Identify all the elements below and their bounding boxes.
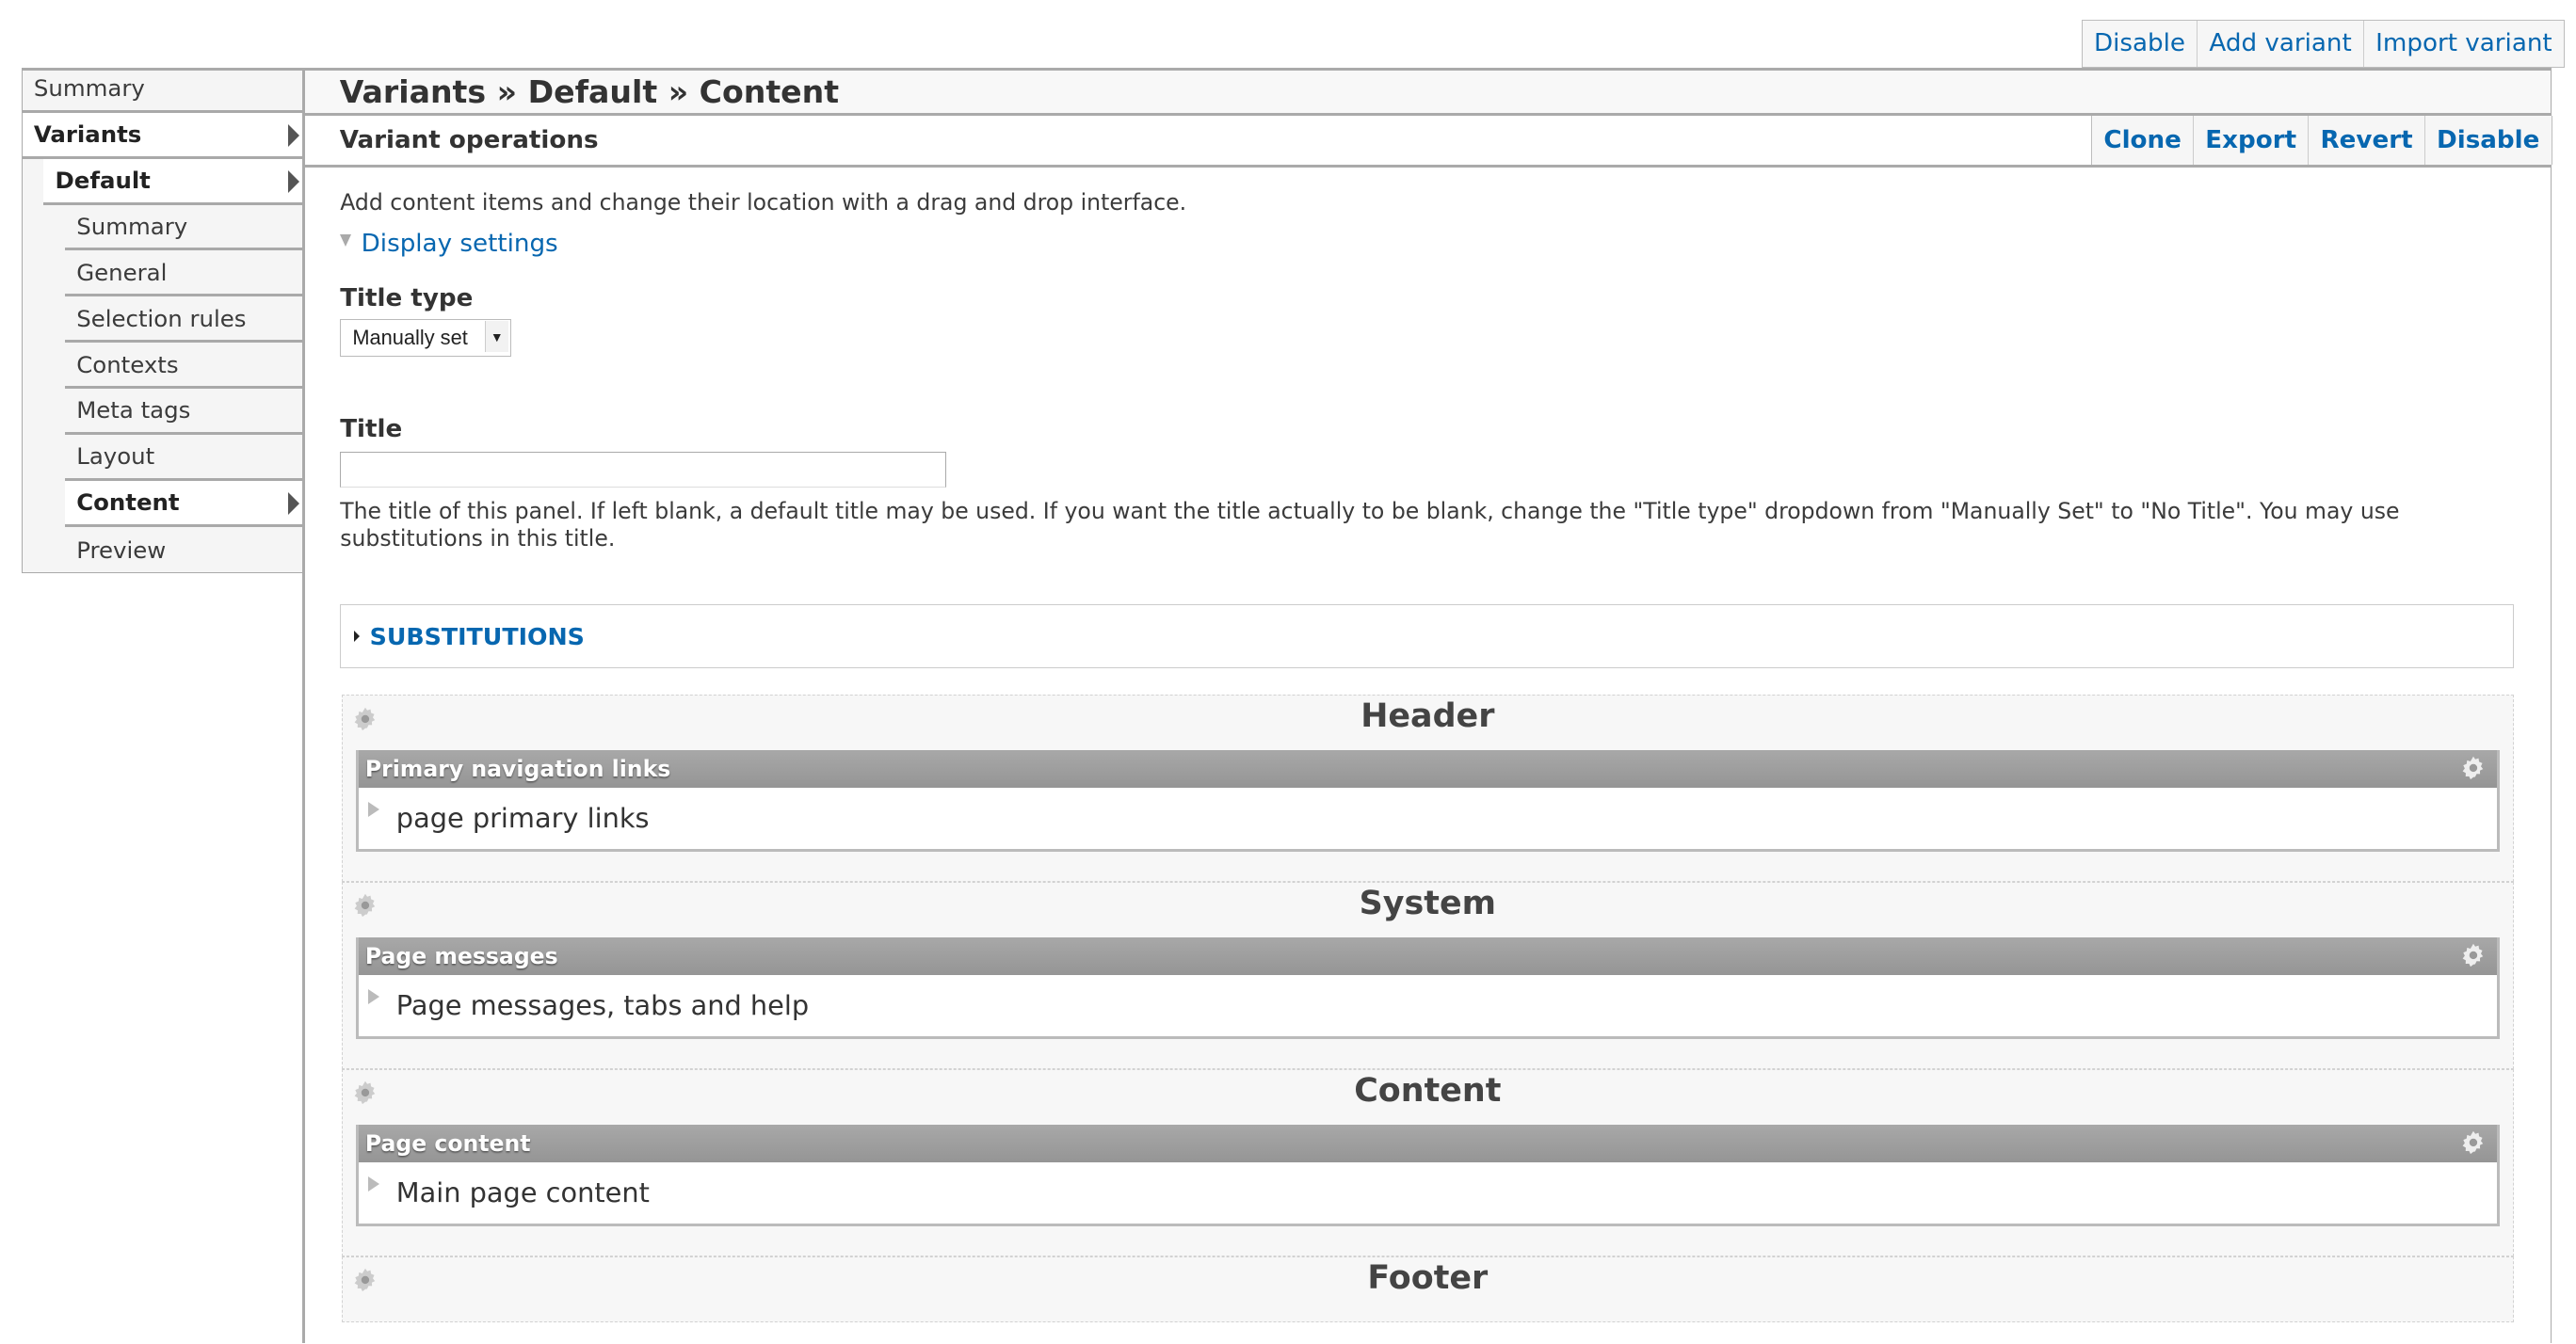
- page-title: Variants » Default » Content: [305, 70, 2551, 116]
- import-variant-button[interactable]: Import variant: [2362, 20, 2564, 67]
- sidebar-item-content[interactable]: Content: [65, 480, 303, 527]
- export-button[interactable]: Export: [2193, 115, 2308, 166]
- display-settings-label: Display settings: [361, 230, 558, 259]
- sidebar-item-preview[interactable]: Preview: [65, 527, 302, 573]
- title-type-select[interactable]: Manually set ▼: [340, 318, 511, 357]
- pane-header[interactable]: Primary navigation links: [358, 749, 2497, 788]
- sidebar-item-layout[interactable]: Layout: [65, 435, 303, 481]
- pane-header[interactable]: Page messages: [358, 936, 2497, 975]
- region-title: System: [1359, 884, 1496, 922]
- sidebar-item-default[interactable]: Default: [43, 158, 303, 205]
- sidebar-item-selection-rules[interactable]: Selection rules: [65, 296, 303, 344]
- region-footer: Footer: [341, 1256, 2514, 1322]
- substitutions-fieldset[interactable]: SUBSTITUTIONS: [340, 604, 2514, 669]
- pane-content: Page messages, tabs and help: [395, 988, 810, 1021]
- pane-gear-icon[interactable]: [2460, 942, 2487, 974]
- title-label: Title: [340, 415, 403, 444]
- substitutions-label: SUBSTITUTIONS: [369, 622, 585, 650]
- sidebar-item-variants[interactable]: Variants: [22, 112, 303, 159]
- revert-button[interactable]: Revert: [2308, 115, 2423, 166]
- region-gear-icon[interactable]: [352, 892, 378, 924]
- top-actions: Disable Add variant Import variant: [2081, 19, 2565, 68]
- title-input[interactable]: [340, 451, 947, 488]
- sidebar-item-general[interactable]: General: [65, 250, 303, 297]
- pane-content: page primary links: [395, 802, 650, 835]
- sidebar-item-label: Preview: [76, 536, 167, 564]
- arrow-right-icon: [287, 169, 299, 193]
- sidebar-item-label: Summary: [33, 74, 145, 103]
- sidebar-item-label: Default: [55, 167, 151, 195]
- region-gear-icon[interactable]: [352, 1080, 378, 1112]
- add-variant-button[interactable]: Add variant: [2197, 20, 2363, 67]
- sidebar-item-label: General: [76, 258, 168, 286]
- disable-variant-button[interactable]: Disable: [2423, 115, 2552, 166]
- sidebar-item-label: Variants: [33, 120, 142, 149]
- expand-triangle-icon[interactable]: [368, 989, 380, 1005]
- variant-operations: Clone Export Revert Disable: [2091, 115, 2552, 166]
- sidebar-item-label: Content: [76, 488, 180, 517]
- sidebar-item-meta-tags[interactable]: Meta tags: [65, 389, 303, 435]
- region-system: System Page messages Page messages, tabs a…: [341, 882, 2514, 1069]
- region-gear-icon[interactable]: [352, 706, 378, 738]
- arrow-right-icon: [287, 124, 299, 148]
- display-settings-toggle[interactable]: Display settings: [340, 230, 558, 258]
- pane-title: Primary navigation links: [364, 755, 671, 782]
- sidebar-item-label: Summary: [76, 213, 188, 241]
- sidebar-item-label: Selection rules: [76, 304, 247, 332]
- variant-operations-label: Variant operations: [339, 126, 599, 155]
- region-content: Content Page content Main page content: [341, 1068, 2514, 1256]
- title-help-text: The title of this panel. If left blank, …: [340, 497, 2400, 552]
- region-header: Header Primary navigation links page prima…: [341, 695, 2514, 882]
- pane[interactable]: Primary navigation links page primary lin…: [355, 749, 2500, 852]
- sidebar-item-contexts[interactable]: Contexts: [65, 343, 303, 390]
- sidebar: Summary Variants Default Summary General Sele…: [21, 67, 303, 573]
- sidebar-item-label: Contexts: [76, 350, 179, 378]
- pane-gear-icon[interactable]: [2460, 1129, 2487, 1161]
- expand-triangle-icon[interactable]: [368, 802, 380, 818]
- title-type-label: Title type: [340, 283, 474, 312]
- region-title: Header: [1360, 696, 1495, 735]
- region-title: Content: [1354, 1071, 1502, 1110]
- sidebar-item-label: Layout: [76, 442, 155, 471]
- title-type-value: Manually set: [352, 325, 468, 349]
- sidebar-item-summary[interactable]: Summary: [22, 67, 303, 113]
- pane[interactable]: Page messages Page messages, tabs and hel…: [355, 936, 2500, 1039]
- clone-button[interactable]: Clone: [2092, 116, 2193, 165]
- sidebar-item-summary[interactable]: Summary: [65, 205, 303, 251]
- expand-triangle-icon: [354, 631, 362, 643]
- intro-text: Add content items and change their locat…: [340, 188, 1187, 216]
- disable-button[interactable]: Disable: [2083, 21, 2197, 67]
- pane[interactable]: Page content Main page content: [355, 1124, 2500, 1226]
- page: Disable Add variant Import variant Summa…: [0, 0, 2576, 1344]
- pane-content: Main page content: [395, 1176, 650, 1208]
- pane-header[interactable]: Page content: [358, 1124, 2497, 1162]
- expand-triangle-icon[interactable]: [368, 1176, 380, 1192]
- dropdown-arrow-icon: ▼: [484, 321, 508, 353]
- sidebar-item-label: Meta tags: [76, 396, 191, 424]
- region-gear-icon[interactable]: [352, 1267, 378, 1299]
- collapse-triangle-icon: [340, 234, 352, 248]
- pane-gear-icon[interactable]: [2460, 755, 2487, 787]
- region-title: Footer: [1367, 1258, 1489, 1297]
- pane-title: Page messages: [364, 942, 558, 969]
- pane-title: Page content: [364, 1129, 531, 1157]
- arrow-right-icon: [287, 491, 299, 515]
